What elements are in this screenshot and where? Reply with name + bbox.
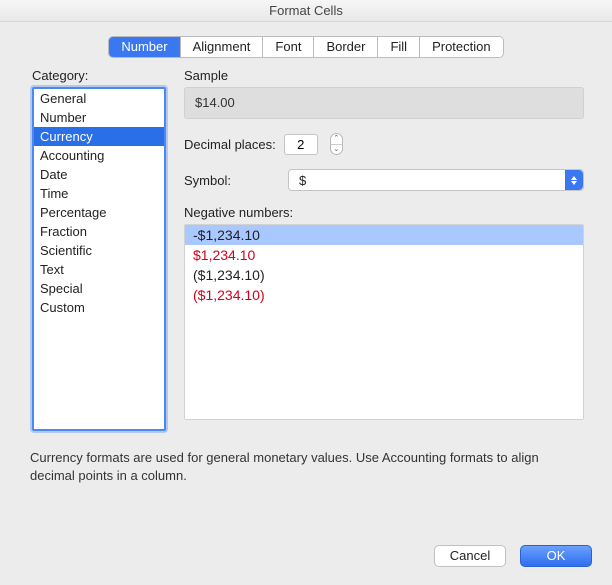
negative-format-item[interactable]: ($1,234.10) [185, 285, 583, 305]
category-label: Category: [32, 68, 166, 83]
negative-numbers-list[interactable]: -$1,234.10$1,234.10($1,234.10)($1,234.10… [184, 224, 584, 420]
tab-font[interactable]: Font [263, 37, 314, 57]
decimal-places-input[interactable] [284, 134, 318, 155]
category-item-custom[interactable]: Custom [34, 298, 164, 317]
chevron-updown-icon [565, 170, 583, 190]
symbol-select[interactable]: $ [288, 169, 584, 191]
category-item-date[interactable]: Date [34, 165, 164, 184]
tabs-row: NumberAlignmentFontBorderFillProtection [0, 36, 612, 58]
decimal-places-stepper[interactable]: ⌃ ⌄ [330, 133, 343, 155]
symbol-select-value: $ [299, 173, 306, 188]
category-item-fraction[interactable]: Fraction [34, 222, 164, 241]
category-list[interactable]: GeneralNumberCurrencyAccountingDateTimeP… [32, 87, 166, 431]
category-item-time[interactable]: Time [34, 184, 164, 203]
cancel-button[interactable]: Cancel [434, 545, 506, 567]
window-title: Format Cells [0, 0, 612, 22]
negative-format-item[interactable]: $1,234.10 [185, 245, 583, 265]
category-item-accounting[interactable]: Accounting [34, 146, 164, 165]
tab-protection[interactable]: Protection [420, 37, 503, 57]
dialog-footer: Cancel OK [0, 531, 612, 585]
category-item-special[interactable]: Special [34, 279, 164, 298]
tab-bar: NumberAlignmentFontBorderFillProtection [108, 36, 503, 58]
tab-border[interactable]: Border [314, 37, 378, 57]
tab-fill[interactable]: Fill [378, 37, 420, 57]
sample-display: $14.00 [184, 87, 584, 119]
category-item-scientific[interactable]: Scientific [34, 241, 164, 260]
format-description: Currency formats are used for general mo… [0, 431, 612, 485]
negative-format-item[interactable]: -$1,234.10 [185, 225, 583, 245]
category-item-text[interactable]: Text [34, 260, 164, 279]
stepper-down-icon[interactable]: ⌄ [331, 145, 342, 155]
decimal-places-label: Decimal places: [184, 137, 276, 152]
negative-format-item[interactable]: ($1,234.10) [185, 265, 583, 285]
format-cells-dialog: Format Cells NumberAlignmentFontBorderFi… [0, 0, 612, 585]
category-item-percentage[interactable]: Percentage [34, 203, 164, 222]
symbol-label: Symbol: [184, 173, 280, 188]
category-item-general[interactable]: General [34, 89, 164, 108]
negative-numbers-label: Negative numbers: [184, 205, 584, 220]
category-item-currency[interactable]: Currency [34, 127, 164, 146]
tab-alignment[interactable]: Alignment [181, 37, 264, 57]
category-item-number[interactable]: Number [34, 108, 164, 127]
stepper-up-icon[interactable]: ⌃ [331, 134, 342, 145]
ok-button[interactable]: OK [520, 545, 592, 567]
sample-label: Sample [184, 68, 584, 83]
tab-number[interactable]: Number [109, 37, 180, 57]
